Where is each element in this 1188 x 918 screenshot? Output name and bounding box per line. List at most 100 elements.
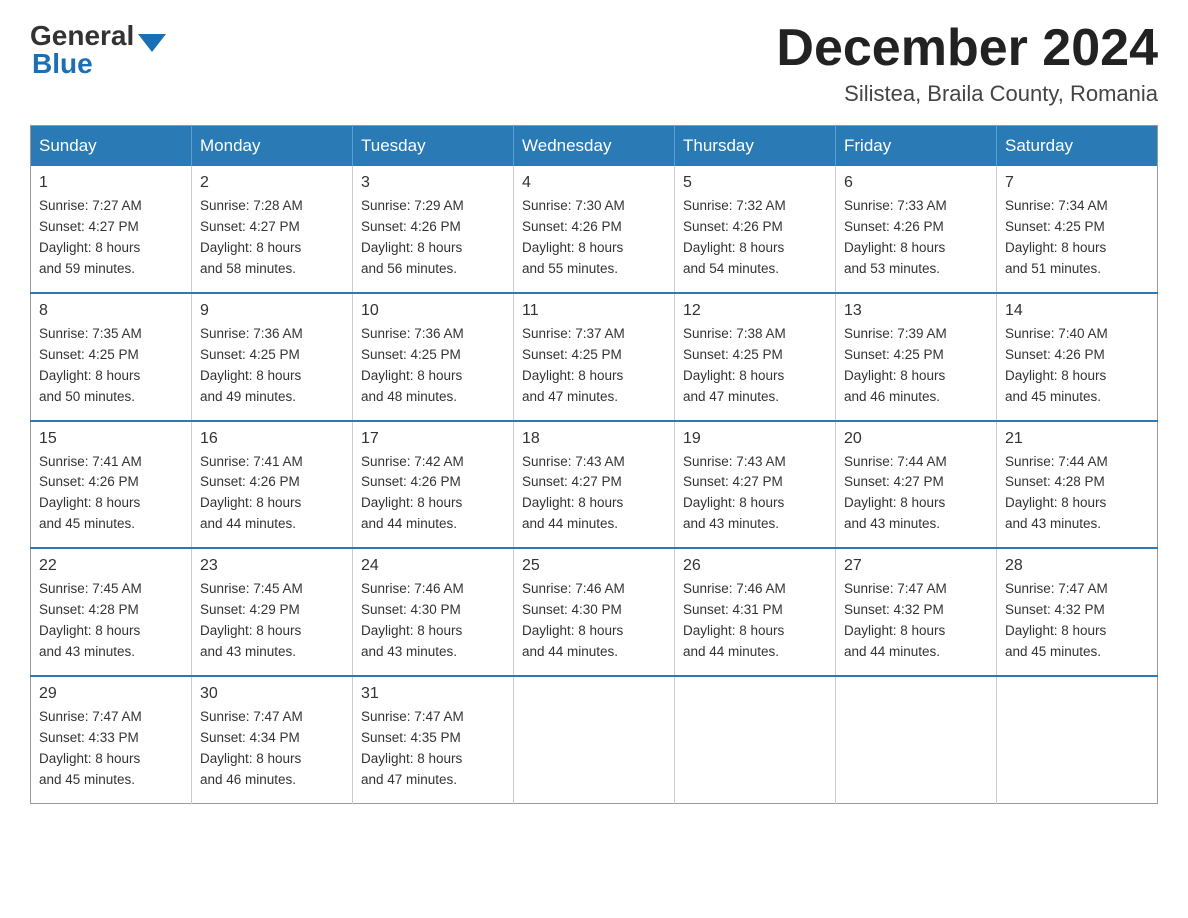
day-info: Sunrise: 7:47 AM Sunset: 4:32 PM Dayligh… bbox=[844, 579, 988, 663]
calendar-day-cell: 8 Sunrise: 7:35 AM Sunset: 4:25 PM Dayli… bbox=[31, 293, 192, 421]
day-info: Sunrise: 7:46 AM Sunset: 4:30 PM Dayligh… bbox=[522, 579, 666, 663]
calendar-day-cell: 10 Sunrise: 7:36 AM Sunset: 4:25 PM Dayl… bbox=[353, 293, 514, 421]
calendar-day-cell bbox=[836, 676, 997, 803]
day-info: Sunrise: 7:30 AM Sunset: 4:26 PM Dayligh… bbox=[522, 196, 666, 280]
day-info: Sunrise: 7:42 AM Sunset: 4:26 PM Dayligh… bbox=[361, 452, 505, 536]
calendar-day-cell: 3 Sunrise: 7:29 AM Sunset: 4:26 PM Dayli… bbox=[353, 166, 514, 293]
calendar-week-row: 8 Sunrise: 7:35 AM Sunset: 4:25 PM Dayli… bbox=[31, 293, 1158, 421]
day-number: 4 bbox=[522, 174, 666, 192]
calendar-day-cell: 30 Sunrise: 7:47 AM Sunset: 4:34 PM Dayl… bbox=[192, 676, 353, 803]
location-title: Silistea, Braila County, Romania bbox=[776, 81, 1158, 107]
day-number: 17 bbox=[361, 430, 505, 448]
day-number: 2 bbox=[200, 174, 344, 192]
day-number: 5 bbox=[683, 174, 827, 192]
calendar-week-row: 15 Sunrise: 7:41 AM Sunset: 4:26 PM Dayl… bbox=[31, 421, 1158, 549]
day-number: 24 bbox=[361, 557, 505, 575]
day-info: Sunrise: 7:45 AM Sunset: 4:29 PM Dayligh… bbox=[200, 579, 344, 663]
calendar-day-cell: 11 Sunrise: 7:37 AM Sunset: 4:25 PM Dayl… bbox=[514, 293, 675, 421]
calendar-day-cell: 26 Sunrise: 7:46 AM Sunset: 4:31 PM Dayl… bbox=[675, 548, 836, 676]
day-of-week-header: Friday bbox=[836, 126, 997, 167]
calendar-day-cell: 15 Sunrise: 7:41 AM Sunset: 4:26 PM Dayl… bbox=[31, 421, 192, 549]
calendar-day-cell: 18 Sunrise: 7:43 AM Sunset: 4:27 PM Dayl… bbox=[514, 421, 675, 549]
day-number: 31 bbox=[361, 685, 505, 703]
day-number: 16 bbox=[200, 430, 344, 448]
day-number: 30 bbox=[200, 685, 344, 703]
calendar-day-cell: 17 Sunrise: 7:42 AM Sunset: 4:26 PM Dayl… bbox=[353, 421, 514, 549]
calendar-day-cell: 16 Sunrise: 7:41 AM Sunset: 4:26 PM Dayl… bbox=[192, 421, 353, 549]
day-number: 25 bbox=[522, 557, 666, 575]
day-number: 23 bbox=[200, 557, 344, 575]
calendar-week-row: 29 Sunrise: 7:47 AM Sunset: 4:33 PM Dayl… bbox=[31, 676, 1158, 803]
calendar-day-cell: 24 Sunrise: 7:46 AM Sunset: 4:30 PM Dayl… bbox=[353, 548, 514, 676]
calendar-week-row: 1 Sunrise: 7:27 AM Sunset: 4:27 PM Dayli… bbox=[31, 166, 1158, 293]
calendar-day-cell: 4 Sunrise: 7:30 AM Sunset: 4:26 PM Dayli… bbox=[514, 166, 675, 293]
day-number: 3 bbox=[361, 174, 505, 192]
calendar-day-cell: 2 Sunrise: 7:28 AM Sunset: 4:27 PM Dayli… bbox=[192, 166, 353, 293]
day-number: 15 bbox=[39, 430, 183, 448]
day-number: 8 bbox=[39, 302, 183, 320]
day-info: Sunrise: 7:29 AM Sunset: 4:26 PM Dayligh… bbox=[361, 196, 505, 280]
day-number: 7 bbox=[1005, 174, 1149, 192]
day-info: Sunrise: 7:47 AM Sunset: 4:35 PM Dayligh… bbox=[361, 707, 505, 791]
day-info: Sunrise: 7:34 AM Sunset: 4:25 PM Dayligh… bbox=[1005, 196, 1149, 280]
calendar-day-cell: 29 Sunrise: 7:47 AM Sunset: 4:33 PM Dayl… bbox=[31, 676, 192, 803]
day-info: Sunrise: 7:47 AM Sunset: 4:32 PM Dayligh… bbox=[1005, 579, 1149, 663]
calendar-day-cell: 1 Sunrise: 7:27 AM Sunset: 4:27 PM Dayli… bbox=[31, 166, 192, 293]
day-info: Sunrise: 7:41 AM Sunset: 4:26 PM Dayligh… bbox=[200, 452, 344, 536]
day-info: Sunrise: 7:35 AM Sunset: 4:25 PM Dayligh… bbox=[39, 324, 183, 408]
day-number: 20 bbox=[844, 430, 988, 448]
calendar-day-cell: 14 Sunrise: 7:40 AM Sunset: 4:26 PM Dayl… bbox=[997, 293, 1158, 421]
day-of-week-header: Tuesday bbox=[353, 126, 514, 167]
day-number: 6 bbox=[844, 174, 988, 192]
day-info: Sunrise: 7:45 AM Sunset: 4:28 PM Dayligh… bbox=[39, 579, 183, 663]
day-of-week-header: Sunday bbox=[31, 126, 192, 167]
calendar-body: 1 Sunrise: 7:27 AM Sunset: 4:27 PM Dayli… bbox=[31, 166, 1158, 803]
calendar-week-row: 22 Sunrise: 7:45 AM Sunset: 4:28 PM Dayl… bbox=[31, 548, 1158, 676]
day-info: Sunrise: 7:36 AM Sunset: 4:25 PM Dayligh… bbox=[361, 324, 505, 408]
calendar-table: SundayMondayTuesdayWednesdayThursdayFrid… bbox=[30, 125, 1158, 803]
calendar-day-cell: 31 Sunrise: 7:47 AM Sunset: 4:35 PM Dayl… bbox=[353, 676, 514, 803]
day-info: Sunrise: 7:43 AM Sunset: 4:27 PM Dayligh… bbox=[522, 452, 666, 536]
day-number: 19 bbox=[683, 430, 827, 448]
day-info: Sunrise: 7:46 AM Sunset: 4:31 PM Dayligh… bbox=[683, 579, 827, 663]
day-info: Sunrise: 7:47 AM Sunset: 4:33 PM Dayligh… bbox=[39, 707, 183, 791]
day-info: Sunrise: 7:27 AM Sunset: 4:27 PM Dayligh… bbox=[39, 196, 183, 280]
day-info: Sunrise: 7:28 AM Sunset: 4:27 PM Dayligh… bbox=[200, 196, 344, 280]
day-number: 21 bbox=[1005, 430, 1149, 448]
days-of-week-row: SundayMondayTuesdayWednesdayThursdayFrid… bbox=[31, 126, 1158, 167]
day-of-week-header: Saturday bbox=[997, 126, 1158, 167]
calendar-day-cell bbox=[997, 676, 1158, 803]
day-info: Sunrise: 7:40 AM Sunset: 4:26 PM Dayligh… bbox=[1005, 324, 1149, 408]
calendar-day-cell: 20 Sunrise: 7:44 AM Sunset: 4:27 PM Dayl… bbox=[836, 421, 997, 549]
day-number: 29 bbox=[39, 685, 183, 703]
day-info: Sunrise: 7:39 AM Sunset: 4:25 PM Dayligh… bbox=[844, 324, 988, 408]
day-info: Sunrise: 7:46 AM Sunset: 4:30 PM Dayligh… bbox=[361, 579, 505, 663]
day-number: 26 bbox=[683, 557, 827, 575]
calendar-day-cell: 19 Sunrise: 7:43 AM Sunset: 4:27 PM Dayl… bbox=[675, 421, 836, 549]
calendar-day-cell: 6 Sunrise: 7:33 AM Sunset: 4:26 PM Dayli… bbox=[836, 166, 997, 293]
day-of-week-header: Thursday bbox=[675, 126, 836, 167]
day-of-week-header: Monday bbox=[192, 126, 353, 167]
day-info: Sunrise: 7:36 AM Sunset: 4:25 PM Dayligh… bbox=[200, 324, 344, 408]
title-section: December 2024 Silistea, Braila County, R… bbox=[776, 20, 1158, 107]
day-number: 10 bbox=[361, 302, 505, 320]
day-number: 9 bbox=[200, 302, 344, 320]
day-of-week-header: Wednesday bbox=[514, 126, 675, 167]
calendar-day-cell: 27 Sunrise: 7:47 AM Sunset: 4:32 PM Dayl… bbox=[836, 548, 997, 676]
calendar-day-cell: 21 Sunrise: 7:44 AM Sunset: 4:28 PM Dayl… bbox=[997, 421, 1158, 549]
calendar-day-cell: 7 Sunrise: 7:34 AM Sunset: 4:25 PM Dayli… bbox=[997, 166, 1158, 293]
day-info: Sunrise: 7:38 AM Sunset: 4:25 PM Dayligh… bbox=[683, 324, 827, 408]
day-info: Sunrise: 7:41 AM Sunset: 4:26 PM Dayligh… bbox=[39, 452, 183, 536]
day-info: Sunrise: 7:32 AM Sunset: 4:26 PM Dayligh… bbox=[683, 196, 827, 280]
day-info: Sunrise: 7:44 AM Sunset: 4:28 PM Dayligh… bbox=[1005, 452, 1149, 536]
day-number: 13 bbox=[844, 302, 988, 320]
calendar-day-cell: 5 Sunrise: 7:32 AM Sunset: 4:26 PM Dayli… bbox=[675, 166, 836, 293]
calendar-day-cell: 9 Sunrise: 7:36 AM Sunset: 4:25 PM Dayli… bbox=[192, 293, 353, 421]
calendar-day-cell: 12 Sunrise: 7:38 AM Sunset: 4:25 PM Dayl… bbox=[675, 293, 836, 421]
calendar-day-cell: 25 Sunrise: 7:46 AM Sunset: 4:30 PM Dayl… bbox=[514, 548, 675, 676]
day-info: Sunrise: 7:43 AM Sunset: 4:27 PM Dayligh… bbox=[683, 452, 827, 536]
day-info: Sunrise: 7:33 AM Sunset: 4:26 PM Dayligh… bbox=[844, 196, 988, 280]
day-number: 14 bbox=[1005, 302, 1149, 320]
calendar-day-cell: 28 Sunrise: 7:47 AM Sunset: 4:32 PM Dayl… bbox=[997, 548, 1158, 676]
day-number: 11 bbox=[522, 302, 666, 320]
